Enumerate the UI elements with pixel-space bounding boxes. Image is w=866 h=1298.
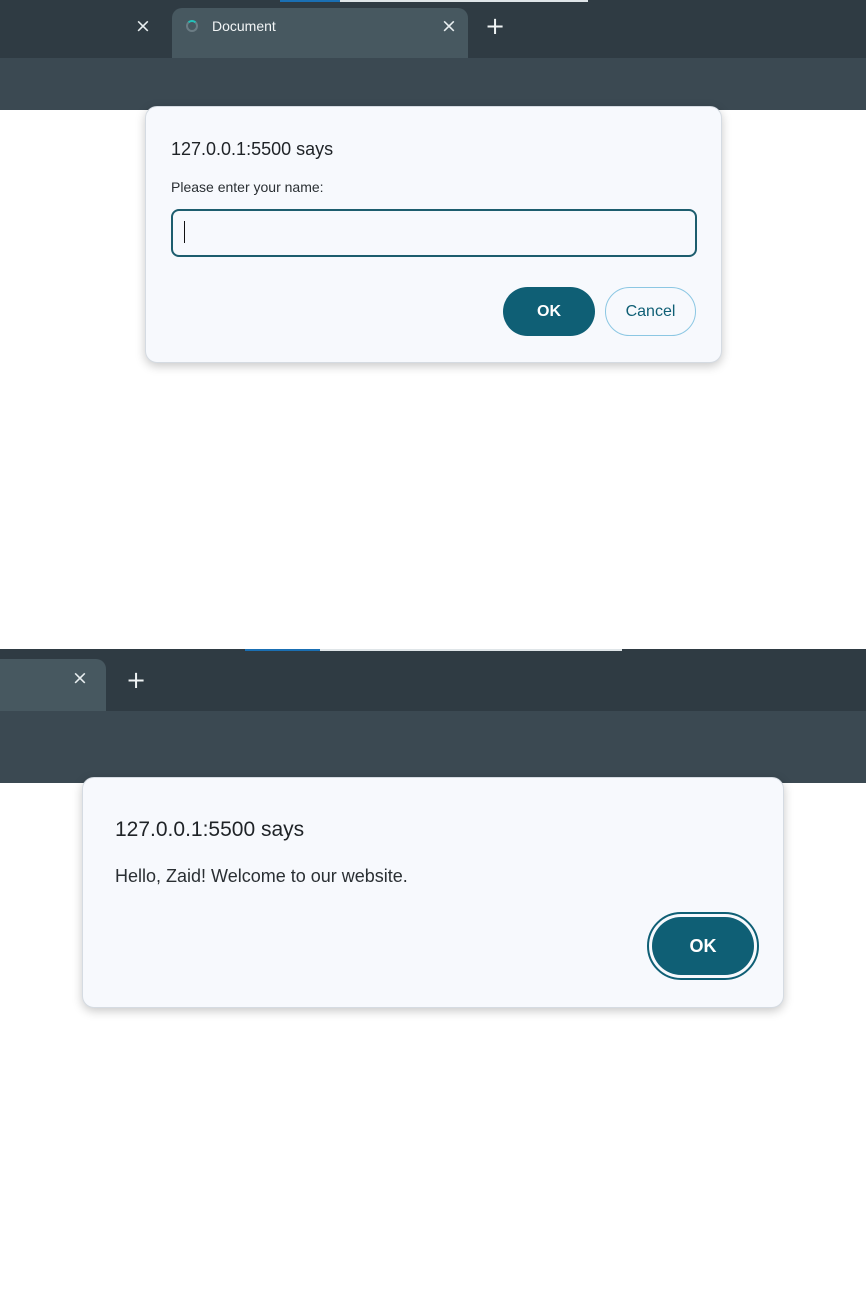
loading-spinner-icon (186, 20, 198, 32)
loading-progress-accent (245, 649, 320, 651)
dialog-title: 127.0.0.1:5500 says (171, 139, 334, 159)
dialog-message: Hello, Zaid! Welcome to our website. (115, 866, 408, 886)
tab-close-icon[interactable]: × (72, 668, 88, 688)
new-tab-icon[interactable]: + (126, 668, 146, 692)
tab-strip: × + (0, 649, 866, 711)
tab-document[interactable]: × (0, 659, 106, 711)
loading-progress-track (320, 649, 622, 651)
browser-toolbar (0, 711, 866, 783)
tab-document[interactable]: Document × (172, 8, 468, 58)
text-caret (184, 221, 185, 243)
ok-button[interactable]: OK (652, 917, 754, 975)
loading-progress-track (340, 0, 588, 2)
alert-dialog: 127.0.0.1:5500 says Hello, Zaid! Welcome… (82, 777, 784, 1008)
tab-close-icon[interactable]: × (135, 16, 151, 36)
tab-strip: × Document × + (0, 0, 866, 58)
tab-title: Document (212, 18, 276, 34)
prompt-screenshot: × Document × + 127.0.0.1:5500 says Pleas… (0, 0, 866, 649)
new-tab-icon[interactable]: + (485, 14, 505, 38)
dialog-title: 127.0.0.1:5500 says (115, 818, 305, 841)
loading-progress-accent (280, 0, 340, 2)
cancel-button[interactable]: Cancel (605, 287, 696, 336)
ok-button[interactable]: OK (503, 287, 595, 336)
prompt-dialog: 127.0.0.1:5500 says Please enter your na… (145, 106, 722, 363)
dialog-message: Please enter your name: (171, 179, 324, 195)
alert-screenshot: × + 127.0.0.1:5500 says Hello, Zaid! Wel… (0, 649, 866, 1298)
name-input[interactable] (171, 209, 697, 257)
browser-toolbar (0, 58, 866, 110)
tab-close-icon[interactable]: × (441, 16, 457, 36)
